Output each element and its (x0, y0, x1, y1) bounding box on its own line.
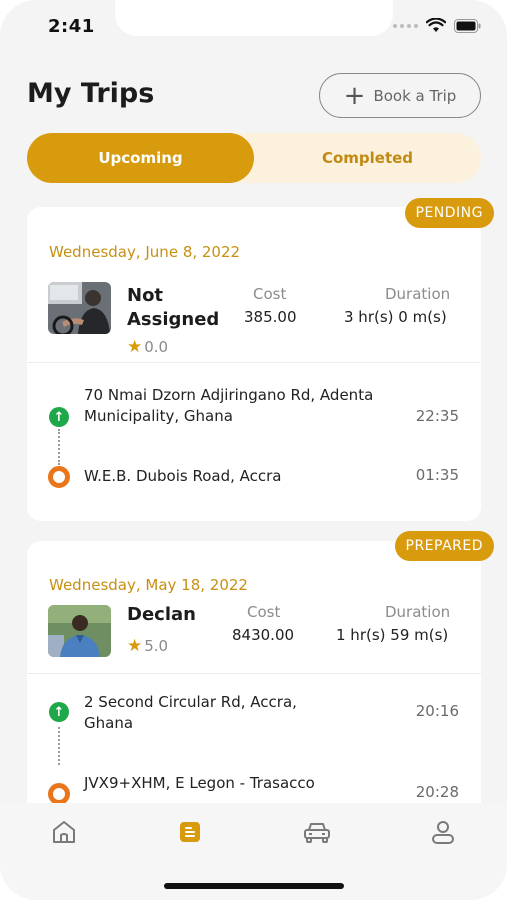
dropoff-pin-icon (48, 783, 70, 803)
tab-completed[interactable]: Completed (254, 133, 481, 183)
status-bar: 2:41 (0, 0, 507, 54)
rating-value: 5.0 (144, 637, 169, 655)
driver-name: Not Assigned (127, 285, 220, 330)
dropoff-pin-icon (48, 466, 70, 488)
trip-card[interactable]: PENDING Wednesday, June 8, 2022 Not Assi… (27, 198, 494, 521)
driver-avatar (48, 282, 111, 334)
nav-trips[interactable] (174, 816, 206, 848)
cost-value: 8430.00 (232, 626, 295, 644)
book-trip-button[interactable]: + Book a Trip (319, 73, 481, 118)
plus-icon: + (343, 80, 366, 111)
signal-dots-icon (393, 23, 418, 28)
dropoff-address: JVX9+XHM, E Legon - Trasacco (84, 774, 315, 792)
home-indicator (164, 883, 344, 889)
star-icon: ★ (127, 636, 143, 656)
nav-home[interactable] (48, 816, 80, 848)
dropoff-time: 20:28 (415, 783, 459, 801)
page-title: My Trips (27, 78, 155, 109)
pickup-arrow-icon: ↑ (49, 702, 69, 722)
status-icons (393, 18, 481, 33)
driver-photo-icon (48, 282, 111, 334)
route-dotted-line (58, 727, 60, 765)
nav-profile[interactable] (427, 816, 459, 848)
battery-icon (454, 18, 481, 33)
dropoff-address: W.E.B. Dubois Road, Accra (84, 467, 282, 485)
card-divider (27, 362, 481, 363)
driver-photo-icon (48, 605, 111, 657)
rating-value: 0.0 (144, 338, 169, 356)
pickup-arrow-icon: ↑ (49, 407, 69, 427)
status-time: 2:41 (48, 16, 95, 37)
pickup-address: 2 Second Circular Rd, Accra, Ghana (84, 693, 297, 732)
duration-label: Duration (385, 603, 451, 621)
wifi-icon (426, 18, 446, 32)
cost-label: Cost (247, 603, 281, 621)
tab-upcoming[interactable]: Upcoming (27, 133, 254, 183)
driver-rating: ★ 5.0 (127, 636, 168, 656)
duration-value: 1 hr(s) 59 m(s) (336, 626, 449, 644)
pickup-time: 22:35 (415, 407, 459, 425)
driver-rating: ★ 0.0 (127, 337, 168, 357)
driver-name: Declan (127, 604, 196, 625)
pickup-address: 70 Nmai Dzorn Adjiringano Rd, Adenta Mun… (84, 386, 374, 425)
phone-screen: 2:41 My Trips + Book a Trip Upcoming Com… (0, 0, 507, 900)
status-badge: PENDING (404, 198, 494, 228)
nav-car[interactable] (301, 816, 333, 848)
trip-list[interactable]: PENDING Wednesday, June 8, 2022 Not Assi… (0, 195, 507, 803)
trips-icon (180, 822, 200, 842)
cost-label: Cost (253, 285, 287, 303)
status-badge: PREPARED (394, 531, 494, 561)
cost-value: 385.00 (244, 308, 297, 326)
duration-label: Duration (385, 285, 451, 303)
car-icon (304, 823, 330, 843)
duration-value: 3 hr(s) 0 m(s) (344, 308, 447, 326)
card-divider (27, 673, 481, 674)
profile-icon (432, 821, 454, 844)
book-trip-label: Book a Trip (373, 86, 457, 105)
driver-avatar (48, 605, 111, 657)
home-icon (53, 821, 75, 843)
trip-card[interactable]: PREPARED Wednesday, May 18, 2022 Declan … (27, 531, 494, 803)
trip-date: Wednesday, May 18, 2022 (49, 576, 248, 594)
trip-date: Wednesday, June 8, 2022 (49, 243, 241, 261)
star-icon: ★ (127, 337, 143, 357)
dropoff-time: 01:35 (415, 466, 459, 484)
route-dotted-line (58, 429, 60, 465)
notch (115, 0, 393, 36)
pickup-time: 20:16 (415, 702, 459, 720)
trip-tabs: Upcoming Completed (27, 133, 481, 183)
